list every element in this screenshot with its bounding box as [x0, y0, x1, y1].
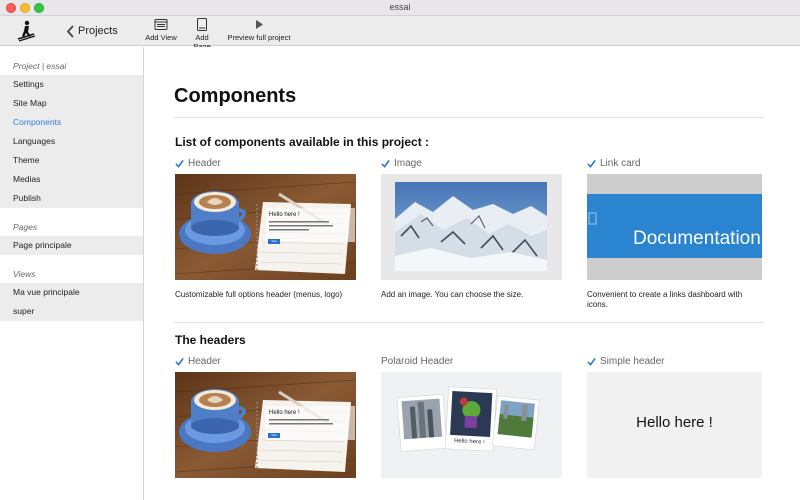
main-content: Components List of components available …	[145, 47, 800, 500]
card-description-link-card: Convenient to create a links dashboard w…	[587, 290, 743, 309]
chevron-left-icon	[66, 24, 74, 38]
sidebar-item-super[interactable]: super	[0, 302, 143, 321]
sidebar-item-medias[interactable]: Medias	[0, 170, 143, 189]
card-description-image: Add an image. You can choose the size.	[381, 290, 524, 299]
sidebar-item-components[interactable]: Components	[0, 113, 143, 132]
document-icon	[588, 212, 597, 225]
sidebar-item-theme[interactable]: Theme	[0, 151, 143, 170]
add-view-button[interactable]: Add View	[145, 18, 177, 42]
checkmark-icon	[381, 159, 390, 168]
card-name: Image	[394, 158, 422, 169]
coffee-notebook-image	[175, 174, 356, 280]
header-thumbnail-2[interactable]: Hello here ! Start	[175, 372, 356, 478]
back-to-projects-button[interactable]: Projects	[66, 23, 118, 39]
thumbnail-button-text: Start	[271, 240, 277, 243]
sidebar-project-title: Project | essai	[13, 61, 67, 71]
checkmark-icon	[587, 357, 596, 366]
sidebar-project-group: Settings Site Map Components Languages T…	[0, 75, 143, 208]
card-name: Header	[188, 356, 221, 367]
card-description-header: Customizable full options header (menus,…	[175, 290, 343, 299]
checkmark-icon	[587, 159, 596, 168]
snowy-mountains-image	[395, 182, 547, 271]
app-logo-icon	[17, 20, 36, 42]
image-component-thumbnail[interactable]	[381, 174, 562, 280]
section-divider	[174, 322, 764, 323]
preview-full-project-button[interactable]: Preview full project	[227, 18, 291, 42]
header-component-thumbnail[interactable]: Hello here ! Start	[175, 174, 356, 280]
sidebar-views-group: Ma vue principale super	[0, 283, 143, 321]
card-label-image[interactable]: Image	[381, 158, 422, 169]
card-name: Polaroid Header	[381, 356, 454, 367]
window-title: essai	[389, 2, 411, 12]
card-name: Link card	[600, 158, 641, 169]
page-title: Components	[174, 85, 297, 107]
section-headers-heading: The headers	[175, 333, 246, 347]
polaroid-header-thumbnail[interactable]: Hello here !	[381, 372, 562, 478]
sidebar: Project | essai Settings Site Map Compon…	[0, 47, 144, 500]
play-icon	[256, 20, 263, 29]
sidebar-item-site-map[interactable]: Site Map	[0, 94, 143, 113]
add-page-icon	[197, 18, 207, 31]
sidebar-item-settings[interactable]: Settings	[0, 75, 143, 94]
section-components-heading: List of components available in this pro…	[175, 135, 430, 149]
card-label-header-2[interactable]: Header	[175, 356, 221, 367]
card-label-simple-header[interactable]: Simple header	[587, 356, 664, 367]
card-name: Header	[188, 158, 221, 169]
thumbnail-button-text: Start	[271, 434, 277, 437]
card-label-link-card[interactable]: Link card	[587, 158, 641, 169]
add-view-label: Add View	[145, 33, 177, 42]
sidebar-pages-title: Pages	[13, 222, 38, 232]
card-label-header[interactable]: Header	[175, 158, 221, 169]
sidebar-item-languages[interactable]: Languages	[0, 132, 143, 151]
thumbnail-heading-text: Hello here !	[269, 410, 300, 416]
sidebar-item-ma-vue-principale[interactable]: Ma vue principale	[0, 283, 143, 302]
back-button-label: Projects	[78, 25, 118, 37]
simple-header-thumbnail[interactable]: Hello here !	[587, 372, 762, 478]
sidebar-pages-group: Page principale	[0, 236, 143, 255]
simple-header-text: Hello here !	[636, 414, 713, 431]
preview-label: Preview full project	[227, 33, 291, 42]
sidebar-views-title: Views	[13, 269, 36, 279]
title-divider	[174, 117, 764, 118]
sidebar-item-page-principale[interactable]: Page principale	[0, 236, 143, 255]
window-titlebar: essai	[0, 0, 800, 16]
coffee-notebook-image	[175, 372, 356, 478]
checkmark-icon	[175, 159, 184, 168]
link-card-component-thumbnail[interactable]: Documentation	[587, 174, 762, 280]
checkmark-icon	[175, 357, 184, 366]
link-card-title-text: Documentation	[633, 228, 761, 249]
add-view-icon	[154, 19, 168, 30]
card-label-polaroid-header[interactable]: Polaroid Header	[381, 356, 453, 367]
sidebar-item-publish[interactable]: Publish	[0, 189, 143, 208]
toolbar: Projects Add View Add Page Preview full …	[0, 16, 800, 51]
polaroid-photos-image	[396, 386, 540, 452]
thumbnail-heading-text: Hello here !	[269, 212, 300, 218]
card-name: Simple header	[600, 356, 665, 367]
